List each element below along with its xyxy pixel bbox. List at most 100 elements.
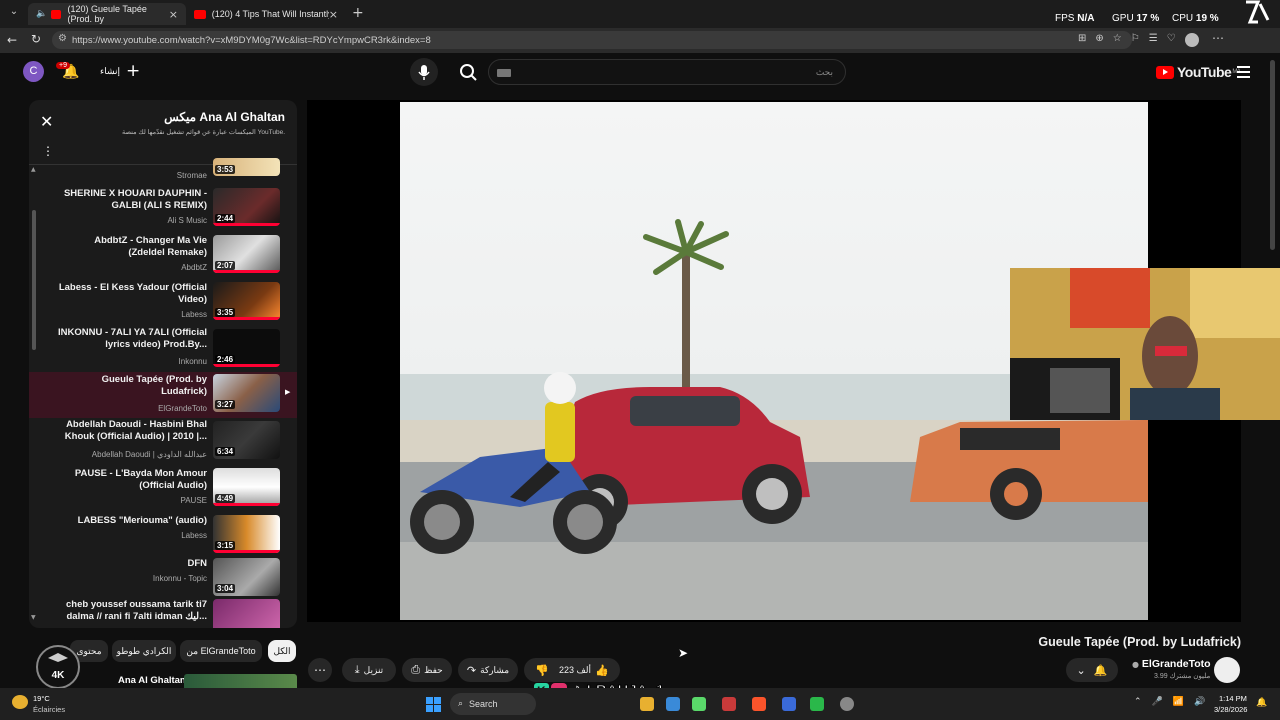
playlist-item[interactable]: DFN Inkonnu - Topic 3:04 — [29, 556, 297, 602]
playlist-thumbnail: 6:34 — [213, 421, 280, 459]
dislike-icon[interactable]: 👎 — [535, 664, 549, 677]
watched-progress-bar — [213, 550, 280, 553]
right-scrollbar[interactable] — [1270, 60, 1275, 250]
fps-stat: FPS N/A — [1055, 13, 1095, 24]
app-icon[interactable] — [722, 697, 736, 711]
bookmark-icon: ⎙ — [411, 663, 421, 676]
plus-icon: + — [126, 61, 141, 81]
next-item-title[interactable]: Ana Al Ghaltan — [118, 675, 186, 686]
app-icon[interactable] — [692, 697, 706, 711]
app-icon[interactable] — [840, 697, 854, 711]
playlist-item[interactable]: PAUSE - L'Bayda Mon Amour (Official Audi… — [29, 466, 297, 512]
playlist-item[interactable]: SHERINE X HOUARI DAUPHIN - GALBI (ALI S … — [29, 186, 297, 232]
profile-avatar[interactable] — [1185, 33, 1199, 47]
mute-icon[interactable]: 🔈 — [36, 9, 47, 19]
taskbar-date: 3/28/2026 — [1214, 705, 1248, 714]
playlist-thumbnail — [213, 599, 280, 628]
channel-avatar[interactable] — [1214, 657, 1240, 683]
app-icon[interactable] — [810, 697, 824, 711]
playlist-more-icon[interactable]: ⋮ — [42, 144, 54, 158]
save-button[interactable]: ⎙ حفظ — [402, 658, 452, 682]
playlist-thumbnail: 2:46 — [213, 329, 280, 367]
download-button[interactable]: ⤓ تنزيل — [342, 658, 396, 682]
taskbar-search[interactable]: ⌕ Search — [450, 693, 536, 715]
tab-inactive[interactable]: (120) 4 Tips That Will Instantly Fix × — [186, 3, 346, 25]
playlist-item[interactable]: Labess - El Kess Yadour (Official Video)… — [29, 280, 297, 326]
playlist-item[interactable]: INKONNU - 7ALI YA 7ALI (Official lyrics … — [29, 327, 297, 373]
tab-title: (120) 4 Tips That Will Instantly Fix — [211, 9, 329, 19]
save-label: حفظ — [424, 664, 443, 675]
tab-list-chevron-icon[interactable]: ⌄ — [6, 6, 22, 22]
app-icon[interactable] — [666, 697, 680, 711]
keyboard-icon[interactable] — [497, 69, 511, 77]
duration-badge: 6:34 — [215, 447, 236, 456]
playlist-item[interactable]: AbdbtZ - Changer Ma Vie (Zdeldel Remake)… — [29, 233, 297, 279]
subscribe-notifications-button[interactable]: ⌄ 🔔 — [1066, 658, 1118, 682]
share-icon: ↷ — [466, 663, 477, 677]
chip-all[interactable]: الكل — [268, 640, 296, 662]
playlist-item-channel: Labess — [181, 531, 207, 540]
like-count: 223 ألف — [558, 664, 592, 675]
playlist-item-title: DFN — [187, 558, 207, 569]
playlist-item-channel: ElGrandeToto — [158, 404, 207, 413]
site-info-icon[interactable]: ⚙ — [58, 33, 67, 44]
share-label: مشاركة — [480, 664, 510, 675]
browser-menu-icon[interactable]: ⋯ — [1212, 31, 1224, 45]
user-avatar[interactable]: C — [23, 61, 44, 82]
more-actions-icon[interactable]: ⋯ — [308, 658, 332, 682]
search-input[interactable]: بحث — [488, 59, 846, 85]
tab-active[interactable]: 🔈 (120) Gueule Tapée (Prod. by × — [28, 3, 186, 25]
playlist-item[interactable]: LABESS "Meriouma" (audio) Labess 3:15 — [29, 513, 297, 559]
playlist-item-channel: Inkonnu — [178, 357, 207, 366]
tray-icons[interactable]: ⌃🎤📶🔊 — [1134, 697, 1215, 707]
next-item-thumbnail[interactable] — [184, 674, 297, 688]
playlist-thumbnail: 3:53 — [213, 158, 280, 176]
duration-badge: 2:44 — [215, 214, 236, 223]
extension-icons[interactable]: ⊞⊕☆⚐☰♡ — [1078, 33, 1185, 44]
taskbar-time: 1:14 PM — [1219, 694, 1247, 703]
url-field[interactable]: ⚙ https://www.youtube.com/watch?v=xM9DYM… — [52, 31, 1132, 49]
weather-icon[interactable] — [12, 695, 28, 709]
create-button[interactable]: إنشاء + — [100, 61, 141, 81]
new-tab-icon[interactable]: + — [352, 5, 364, 21]
playlist-item-channel: Inkonnu - Topic — [152, 574, 207, 583]
playlist-item[interactable]: Abdellah Daoudi - Hasbini Bhal Khouk (Of… — [29, 419, 297, 465]
reload-icon[interactable]: ↻ — [31, 32, 41, 46]
playlist-item-title: AbdbtZ - Changer Ma Vie (Zdeldel Remake) — [94, 235, 207, 258]
watched-progress-bar — [213, 317, 280, 320]
playlist-item-title: INKONNU - 7ALI YA 7ALI (Official lyrics … — [57, 327, 207, 350]
playlist-title: ميكس Ana Al Ghaltan — [164, 110, 285, 124]
search-button[interactable] — [455, 59, 481, 85]
chip-from-channel[interactable]: من ElGrandeToto — [180, 640, 262, 662]
close-playlist-icon[interactable]: ✕ — [40, 112, 53, 131]
chevron-down-icon: ⌄ — [1076, 663, 1086, 677]
chip-related[interactable]: الكرادي طوطو — [112, 640, 176, 662]
eagle-emblem-icon — [48, 653, 68, 662]
playlist-item-current[interactable]: Gueule Tapée (Prod. by Ludafrick) ElGran… — [29, 372, 297, 418]
playlist-item[interactable]: cheb youssef oussama tarik ti7 dalma // … — [29, 597, 297, 628]
voice-search-button[interactable] — [410, 58, 438, 86]
notification-center-icon[interactable]: 🔔 — [1256, 698, 1267, 708]
gpu-stat: GPU 17 % — [1112, 13, 1160, 24]
playlist-thumbnail: 4:49 — [213, 468, 280, 506]
close-tab-icon[interactable]: × — [329, 8, 338, 21]
back-icon[interactable]: ← — [7, 33, 17, 47]
playlist-item-title: PAUSE - L'Bayda Mon Amour (Official Audi… — [74, 468, 207, 491]
like-icon[interactable]: 👍 — [595, 664, 609, 677]
duration-badge: 3:15 — [215, 541, 236, 550]
guide-menu-icon[interactable] — [1237, 66, 1250, 78]
channel-name[interactable]: ● ElGrandeToto — [1132, 658, 1211, 670]
app-icon[interactable] — [782, 697, 796, 711]
brave-browser-icon[interactable] — [752, 697, 766, 711]
weather-temp: 19°C — [33, 694, 50, 703]
file-explorer-icon[interactable] — [640, 697, 654, 711]
close-tab-icon[interactable]: × — [169, 8, 178, 21]
download-icon: ⤓ — [354, 663, 360, 676]
start-button[interactable] — [426, 697, 441, 712]
subscriber-count: 3.99 مليون مشترك — [1154, 673, 1211, 680]
duration-badge: 2:07 — [215, 261, 236, 270]
youtube-logo[interactable]: YouTube MA — [1156, 64, 1241, 80]
now-playing-icon: ▶ — [285, 388, 291, 396]
url-text: https://www.youtube.com/watch?v=xM9DYM0g… — [72, 34, 431, 46]
share-button[interactable]: ↷ مشاركة — [458, 658, 518, 682]
